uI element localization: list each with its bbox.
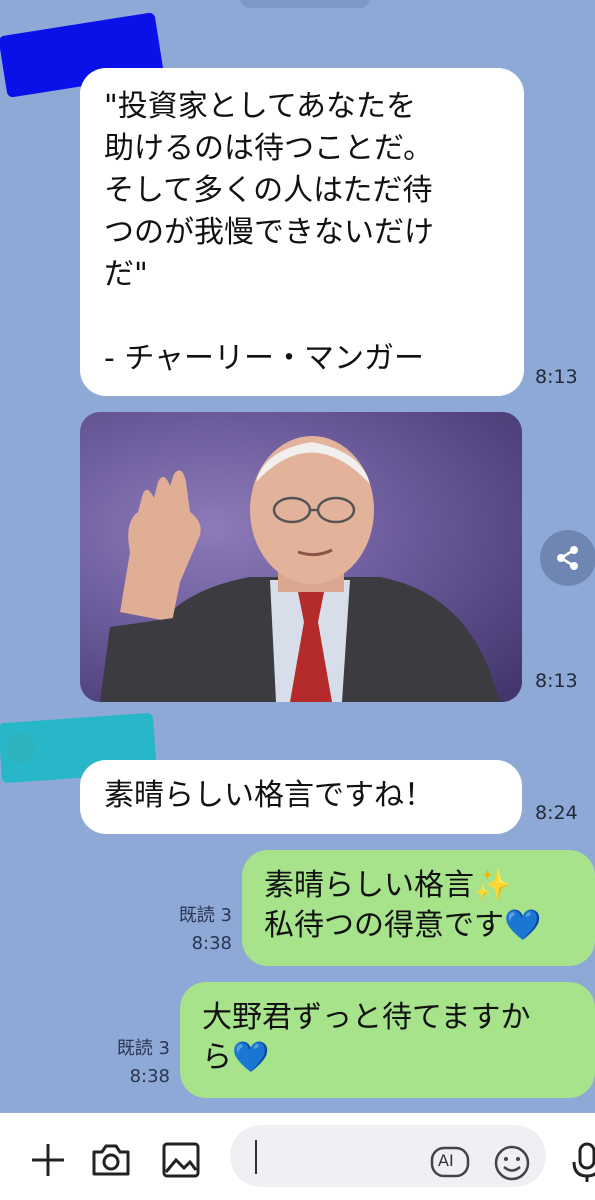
plus-icon — [32, 1144, 64, 1176]
mic-icon — [572, 1142, 595, 1182]
emoji-button[interactable] — [492, 1143, 532, 1183]
message-time: 8:24 — [535, 802, 578, 824]
ai-label: AI — [438, 1151, 454, 1170]
message-bubble-sent[interactable]: 素晴らしい格言✨ 私待つの得意です💙 — [242, 850, 595, 966]
message-bubble-sent[interactable]: 大野君ずっと待てますか ら💙 — [180, 982, 595, 1098]
read-status: 既読 3 — [178, 905, 232, 926]
message-bubble-quote[interactable]: "投資家としてあなたを 助けるのは待つことだ。 そして多くの人はただ待 つのが我… — [80, 68, 524, 396]
voice-button[interactable] — [568, 1140, 595, 1184]
message-bubble-reply[interactable]: 素晴らしい格言ですね！ — [80, 760, 522, 834]
message-time: 8:38 — [129, 1066, 170, 1087]
message-text: 素晴らしい格言ですね！ — [104, 778, 434, 813]
image-button[interactable] — [160, 1140, 202, 1180]
image-icon — [162, 1142, 200, 1178]
shared-photo[interactable] — [80, 412, 522, 702]
ai-button[interactable]: AI — [430, 1145, 470, 1179]
message-time: 8:13 — [535, 670, 578, 692]
message-time: 8:13 — [535, 366, 578, 388]
text-cursor — [255, 1140, 257, 1174]
read-receipt: 既読 3 8:38 — [150, 902, 232, 958]
message-time: 8:38 — [191, 933, 232, 954]
top-bar-stub — [240, 0, 370, 8]
add-button[interactable] — [28, 1140, 68, 1180]
emoji-icon — [494, 1145, 530, 1181]
read-status: 既読 3 — [116, 1038, 170, 1059]
message-text: "投資家としてあなたを 助けるのは待つことだ。 そして多くの人はただ待 つのが我… — [104, 89, 434, 376]
message-text: 大野君ずっと待てますか ら💙 — [202, 1000, 531, 1075]
portrait-illustration — [100, 436, 500, 702]
message-text: 素晴らしい格言✨ 私待つの得意です💙 — [264, 868, 542, 943]
read-receipt: 既読 3 8:38 — [88, 1035, 170, 1091]
share-button[interactable] — [540, 530, 595, 586]
camera-icon — [92, 1144, 130, 1176]
share-icon — [557, 546, 578, 570]
camera-button[interactable] — [90, 1140, 132, 1180]
